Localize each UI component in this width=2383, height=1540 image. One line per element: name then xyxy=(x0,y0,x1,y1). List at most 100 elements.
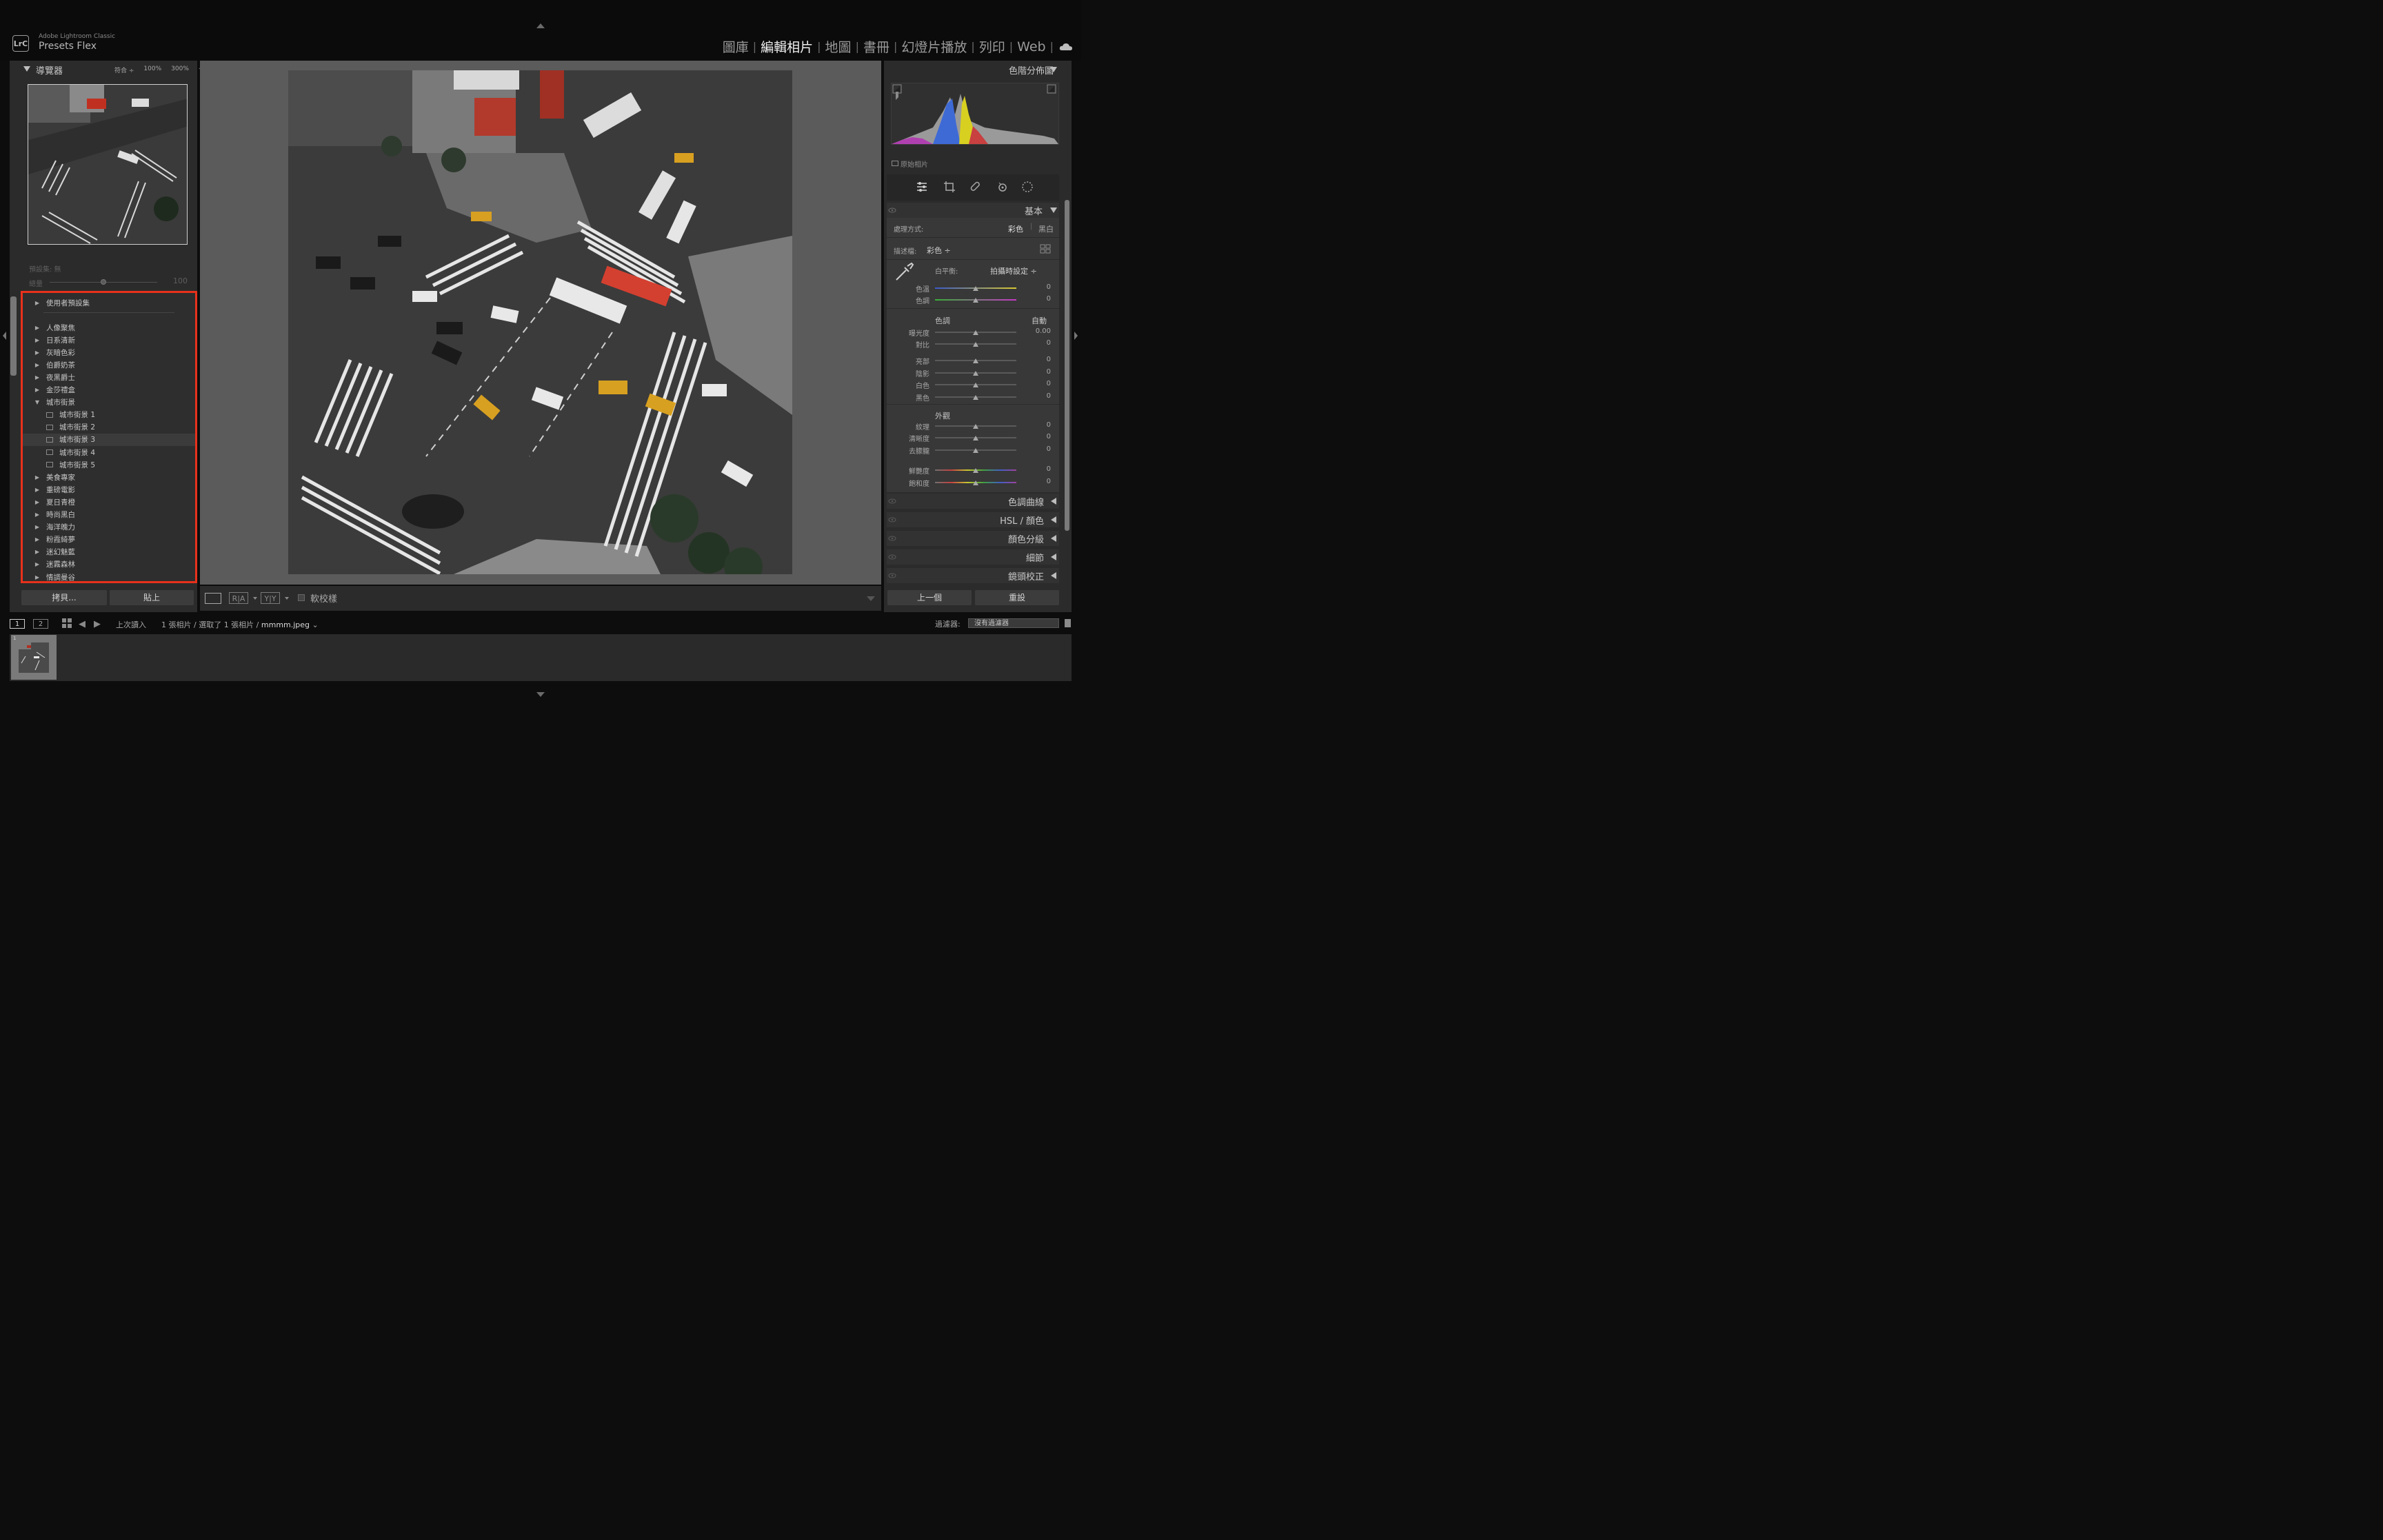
filter-select[interactable]: 沒有過濾器 xyxy=(968,618,1059,628)
preset-group[interactable]: ▶ 美食專家 xyxy=(23,471,195,483)
zoom-fit[interactable]: 符合 ÷ xyxy=(114,65,134,74)
main-photo[interactable] xyxy=(288,70,792,574)
slider-knob[interactable] xyxy=(973,424,978,429)
healing-brush-icon[interactable] xyxy=(969,181,982,193)
expand-section-icon[interactable] xyxy=(1051,535,1056,542)
preset-group[interactable]: ▶ 夏日青橙 xyxy=(23,496,195,508)
masking-icon[interactable] xyxy=(1021,181,1034,193)
slider-value[interactable]: 0 xyxy=(1030,392,1051,400)
module-print[interactable]: 列印 xyxy=(975,37,1009,56)
eye-icon[interactable] xyxy=(888,536,896,541)
paste-settings-button[interactable]: 貼上 xyxy=(110,590,194,605)
before-after-ra-button[interactable]: R|A xyxy=(229,592,248,604)
left-panel-toggle-icon[interactable] xyxy=(3,332,6,340)
copy-settings-button[interactable]: 拷貝... xyxy=(21,590,107,605)
module-web[interactable]: Web xyxy=(1013,39,1049,54)
grid-view-icon[interactable] xyxy=(62,618,72,628)
tone-auto-button[interactable]: 自動 xyxy=(1032,315,1047,326)
edit-sliders-icon[interactable] xyxy=(916,181,928,193)
left-panel-scrollbar[interactable] xyxy=(10,296,17,376)
cloud-icon[interactable] xyxy=(1059,43,1073,51)
original-photo-checkbox[interactable] xyxy=(892,161,898,166)
slider-value[interactable]: 0 xyxy=(1030,295,1051,303)
preset-item[interactable]: 城市街景 4 xyxy=(23,446,195,458)
slider-knob[interactable] xyxy=(973,468,978,473)
preset-amount-knob[interactable] xyxy=(101,279,106,285)
slider-knob[interactable] xyxy=(973,358,978,363)
slider-value[interactable]: 0 xyxy=(1030,433,1051,440)
white-balance-eyedropper-icon[interactable] xyxy=(894,262,914,283)
slider-value[interactable]: 0.00 xyxy=(1030,327,1051,335)
back-arrow-icon[interactable]: ◀ xyxy=(79,619,86,629)
slider-value[interactable]: 0 xyxy=(1030,339,1051,347)
loupe-view-icon[interactable] xyxy=(205,593,221,604)
slider-knob[interactable] xyxy=(973,371,978,376)
expand-section-icon[interactable] xyxy=(1051,554,1056,560)
slider-knob[interactable] xyxy=(973,342,978,347)
filename-dropdown-caret-icon[interactable]: ⌄ xyxy=(312,620,319,629)
slider-knob[interactable] xyxy=(973,383,978,387)
slider-value[interactable]: 0 xyxy=(1030,478,1051,485)
preset-group[interactable]: ▶ 重磅電影 xyxy=(23,483,195,496)
slider-knob[interactable] xyxy=(973,298,978,303)
bottom-panel-toggle-icon[interactable] xyxy=(536,692,545,697)
zoom-100[interactable]: 100% xyxy=(143,65,161,74)
preset-item[interactable]: 城市街景 1 xyxy=(23,409,195,421)
preset-group[interactable]: ▶ 迷幻魅藍 xyxy=(23,546,195,558)
histogram-collapse-icon[interactable] xyxy=(1050,67,1057,72)
module-map[interactable]: 地圖 xyxy=(821,37,856,56)
histogram-title[interactable]: 色階分佈圖 xyxy=(1009,63,1054,77)
slider-value[interactable]: 0 xyxy=(1030,380,1051,387)
preset-group[interactable]: ▶ 夜黑爵士 xyxy=(23,371,195,383)
slider-value[interactable]: 0 xyxy=(1030,421,1051,429)
slider-value[interactable]: 0 xyxy=(1030,368,1051,376)
slider-value[interactable]: 0 xyxy=(1030,445,1051,453)
slider-value[interactable]: 0 xyxy=(1030,465,1051,473)
module-slideshow[interactable]: 幻燈片播放 xyxy=(897,37,971,56)
preset-group[interactable]: ▶ 灰暗色彩 xyxy=(23,346,195,358)
preset-group-user[interactable]: ▶ 使用者預設集 xyxy=(23,296,195,309)
eye-icon[interactable] xyxy=(888,207,896,213)
preset-group[interactable]: ▶ 伯爵奶茶 xyxy=(23,358,195,371)
slider-knob[interactable] xyxy=(973,436,978,440)
slider-value[interactable]: 0 xyxy=(1030,356,1051,363)
navigator-preview[interactable] xyxy=(28,84,188,245)
expand-section-icon[interactable] xyxy=(1051,498,1056,505)
red-eye-icon[interactable] xyxy=(996,181,1009,193)
filmstrip-source[interactable]: 上次讀入 xyxy=(116,619,146,630)
ra-dropdown-caret-icon[interactable] xyxy=(253,597,257,600)
previous-button[interactable]: 上一個 xyxy=(887,590,972,605)
reset-button[interactable]: 重設 xyxy=(975,590,1059,605)
preset-item[interactable]: 城市街景 5 xyxy=(23,458,195,471)
secondary-display-button[interactable]: 2 xyxy=(33,619,48,629)
preset-group[interactable]: ▼ 城市街景 xyxy=(23,396,195,409)
zoom-300[interactable]: 300% xyxy=(171,65,189,74)
preset-group[interactable]: ▶ 情調曼谷 xyxy=(23,571,195,583)
module-library[interactable]: 圖庫 xyxy=(718,37,753,56)
top-panel-toggle-icon[interactable] xyxy=(536,23,545,28)
preset-group[interactable]: ▶ 日系清新 xyxy=(23,334,195,346)
preset-group[interactable]: ▶ 時尚黑白 xyxy=(23,509,195,521)
soft-proof-checkbox[interactable] xyxy=(298,594,305,601)
preset-item[interactable]: 城市街景 2 xyxy=(23,421,195,434)
slider-knob[interactable] xyxy=(973,286,978,291)
slider-knob[interactable] xyxy=(973,480,978,485)
slider-value[interactable]: 0 xyxy=(1030,283,1051,291)
toolbar-menu-icon[interactable] xyxy=(867,596,875,601)
module-develop[interactable]: 編輯相片 xyxy=(756,37,817,56)
expand-section-icon[interactable] xyxy=(1051,516,1056,523)
before-after-yy-button[interactable]: Y|Y xyxy=(261,592,280,604)
profile-browser-icon[interactable] xyxy=(1040,244,1051,254)
preset-group[interactable]: ▶ 迷霧森林 xyxy=(23,558,195,571)
slider-knob[interactable] xyxy=(973,448,978,453)
forward-arrow-icon[interactable]: ▶ xyxy=(94,619,101,629)
right-panel-toggle-icon[interactable] xyxy=(1074,332,1078,340)
eye-icon[interactable] xyxy=(888,554,896,560)
treatment-color-option[interactable]: 彩色 xyxy=(1008,223,1023,234)
navigator-title[interactable]: 導覽器 xyxy=(36,63,63,77)
yy-dropdown-caret-icon[interactable] xyxy=(285,597,289,600)
profile-dropdown[interactable]: 彩色 ÷ xyxy=(927,245,951,256)
treatment-bw-option[interactable]: 黑白 xyxy=(1038,223,1054,234)
basic-collapse-icon[interactable] xyxy=(1050,207,1057,213)
preset-group[interactable]: ▶ 人像聚焦 xyxy=(23,321,195,334)
